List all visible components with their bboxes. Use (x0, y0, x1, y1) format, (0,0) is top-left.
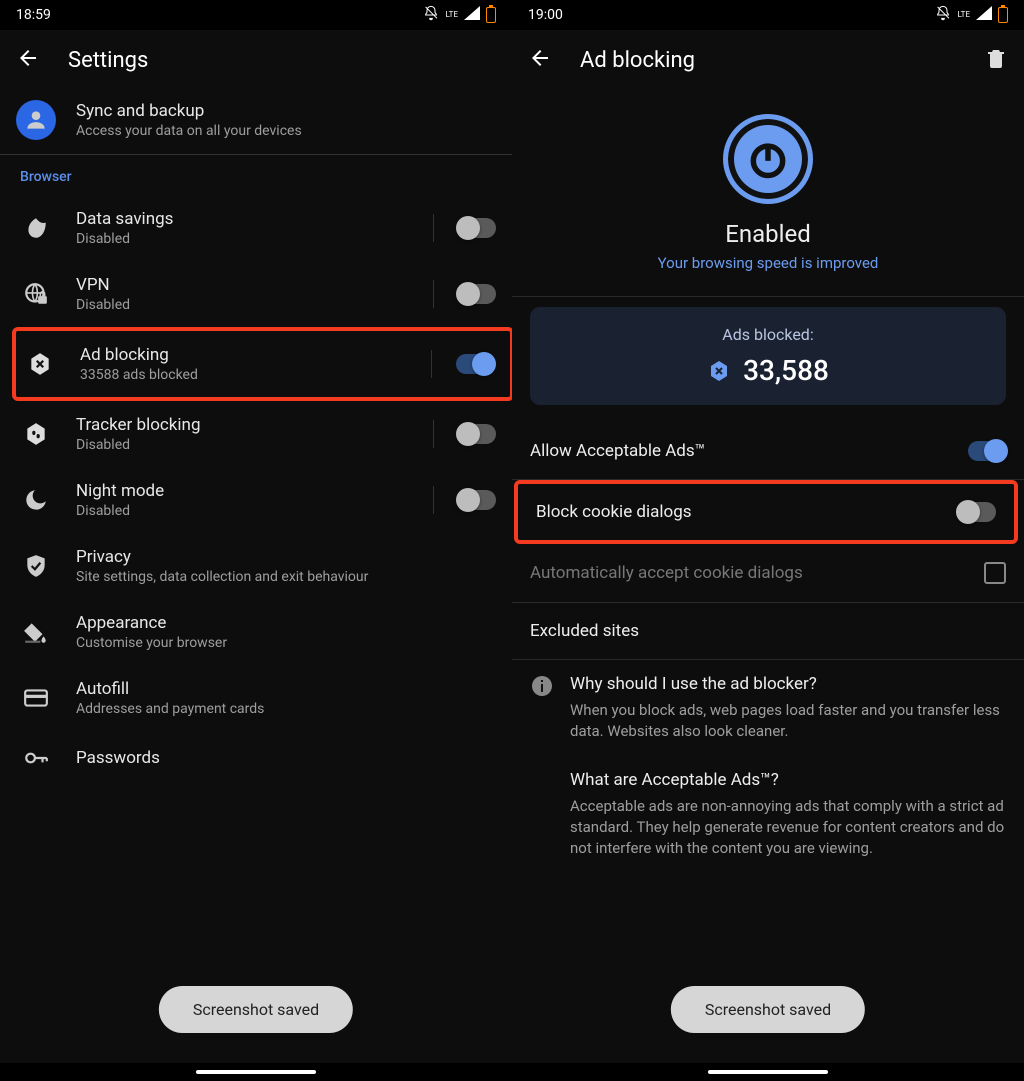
tracker-toggle[interactable] (458, 424, 496, 444)
stats-label: Ads blocked: (542, 325, 994, 344)
ad-blocking-item[interactable]: Ad blocking 33588 ads blocked (16, 331, 510, 397)
info-why: Why should I use the ad blocker? When yo… (512, 660, 1024, 756)
block-cookie-item[interactable]: Block cookie dialogs (518, 484, 1014, 540)
clock: 19:00 (528, 7, 563, 23)
card-icon (16, 685, 56, 711)
hex-x-icon (707, 359, 731, 383)
signal-icon (976, 6, 992, 24)
appearance-subtitle: Customise your browser (76, 635, 496, 651)
section-browser: Browser (0, 155, 512, 195)
nav-bar[interactable] (0, 1063, 512, 1081)
privacy-item[interactable]: Privacy Site settings, data collection a… (0, 533, 512, 599)
data-savings-item[interactable]: Data savings Disabled (0, 195, 512, 261)
excluded-sites-item[interactable]: Excluded sites (512, 603, 1024, 659)
excluded-sites-label: Excluded sites (530, 621, 639, 641)
sync-subtitle: Access your data on all your devices (76, 123, 496, 139)
info-icon (530, 674, 554, 698)
battery-icon (486, 7, 496, 23)
stats-value: 33,588 (743, 354, 829, 387)
sync-backup-item[interactable]: Sync and backup Access your data on all … (0, 86, 512, 154)
vpn-item[interactable]: VPN Disabled (0, 261, 512, 327)
paint-bucket-icon (16, 619, 56, 645)
tracker-blocking-item[interactable]: Tracker blocking Disabled (0, 401, 512, 467)
app-bar: Settings (0, 30, 512, 86)
leaf-icon (16, 215, 56, 241)
hero-status: Enabled (512, 220, 1024, 248)
sync-title: Sync and backup (76, 101, 496, 121)
appearance-item[interactable]: Appearance Customise your browser (0, 599, 512, 665)
avatar-icon (16, 100, 56, 140)
ad-blocking-title: Ad blocking (80, 345, 411, 365)
passwords-item[interactable]: Passwords (0, 731, 512, 785)
page-title: Settings (68, 48, 148, 73)
info-acceptable-q: What are Acceptable Ads™? (570, 770, 1006, 790)
nav-bar[interactable] (512, 1063, 1024, 1081)
passwords-title: Passwords (76, 748, 496, 768)
ad-blocking-subtitle: 33588 ads blocked (80, 367, 411, 383)
back-button[interactable] (16, 46, 40, 74)
notification-off-icon (423, 5, 439, 25)
block-cookie-toggle[interactable] (958, 502, 996, 522)
hero-subtitle: Your browsing speed is improved (512, 254, 1024, 272)
info-acceptable: What are Acceptable Ads™? Acceptable ads… (512, 756, 1024, 873)
block-cookie-highlight: Block cookie dialogs (514, 480, 1018, 544)
status-bar: 19:00 LTE (512, 0, 1024, 30)
clock: 18:59 (16, 7, 51, 23)
vpn-subtitle: Disabled (76, 297, 413, 313)
tracker-subtitle: Disabled (76, 437, 413, 453)
signal-icon (464, 6, 480, 24)
autofill-subtitle: Addresses and payment cards (76, 701, 496, 717)
stats-card: Ads blocked: 33,588 (530, 307, 1006, 405)
tracker-title: Tracker blocking (76, 415, 413, 435)
data-savings-title: Data savings (76, 209, 413, 229)
data-savings-toggle[interactable] (458, 218, 496, 238)
moon-icon (16, 487, 56, 513)
block-cookie-label: Block cookie dialogs (536, 502, 692, 522)
battery-icon (998, 7, 1008, 23)
info-why-q: Why should I use the ad blocker? (570, 674, 1006, 694)
auto-accept-item: Automatically accept cookie dialogs (512, 544, 1024, 602)
hero-section: Enabled Your browsing speed is improved (512, 86, 1024, 296)
hex-footsteps-icon (16, 421, 56, 447)
night-mode-item[interactable]: Night mode Disabled (0, 467, 512, 533)
network-label: LTE (957, 11, 970, 19)
power-toggle[interactable] (723, 114, 813, 204)
acceptable-ads-label: Allow Acceptable Ads™ (530, 441, 705, 461)
autofill-item[interactable]: Autofill Addresses and payment cards (0, 665, 512, 731)
appearance-title: Appearance (76, 613, 496, 633)
key-icon (16, 745, 56, 771)
globe-lock-icon (16, 281, 56, 307)
info-acceptable-a: Acceptable ads are non-annoying ads that… (570, 796, 1006, 859)
info-why-a: When you block ads, web pages load faste… (570, 700, 1006, 742)
notification-off-icon (935, 5, 951, 25)
toast: Screenshot saved (671, 986, 865, 1033)
network-label: LTE (445, 11, 458, 19)
auto-accept-label: Automatically accept cookie dialogs (530, 563, 803, 583)
app-bar: Ad blocking (512, 30, 1024, 86)
privacy-subtitle: Site settings, data collection and exit … (76, 569, 496, 585)
page-title: Ad blocking (580, 48, 695, 73)
acceptable-ads-toggle[interactable] (968, 441, 1006, 461)
toast: Screenshot saved (159, 986, 353, 1033)
auto-accept-checkbox (984, 562, 1006, 584)
night-toggle[interactable] (458, 490, 496, 510)
vpn-toggle[interactable] (458, 284, 496, 304)
back-button[interactable] (528, 46, 552, 74)
vpn-title: VPN (76, 275, 413, 295)
shield-check-icon (16, 553, 56, 579)
hex-x-icon (20, 351, 60, 377)
night-subtitle: Disabled (76, 503, 413, 519)
data-savings-subtitle: Disabled (76, 231, 413, 247)
ad-blocking-highlight: Ad blocking 33588 ads blocked (12, 327, 514, 401)
settings-screen: 18:59 LTE Settings Sync and backup Acces… (0, 0, 512, 1081)
status-bar: 18:59 LTE (0, 0, 512, 30)
night-title: Night mode (76, 481, 413, 501)
delete-button[interactable] (984, 46, 1008, 74)
ad-blocking-toggle[interactable] (456, 354, 494, 374)
ad-blocking-screen: 19:00 LTE Ad blocking Enabled Your brows… (512, 0, 1024, 1081)
autofill-title: Autofill (76, 679, 496, 699)
privacy-title: Privacy (76, 547, 496, 567)
acceptable-ads-item[interactable]: Allow Acceptable Ads™ (512, 423, 1024, 479)
